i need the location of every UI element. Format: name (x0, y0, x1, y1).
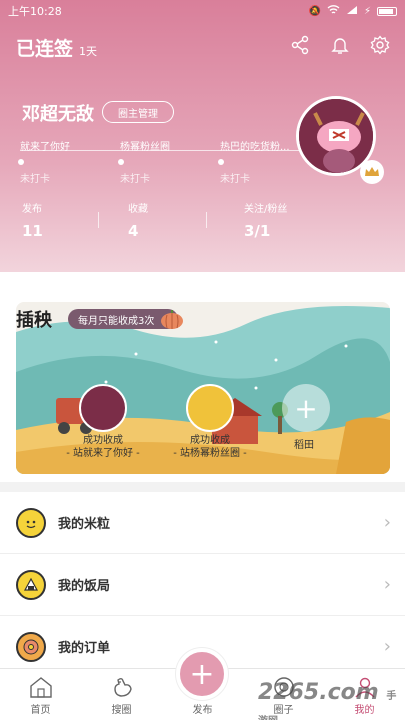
plus-icon: + (189, 656, 215, 692)
header-actions (289, 34, 391, 56)
checkin-state: 未打卡 (120, 174, 150, 185)
bell-icon[interactable] (329, 34, 351, 56)
timeline-dot (118, 159, 124, 165)
member-avatar (186, 384, 234, 432)
signal-icon (346, 5, 358, 18)
rice-ball-icon (16, 569, 46, 600)
circle-checkin-list: 就来了你好 未打卡 杨幂粉丝圈 未打卡 热巴的吃货粉... 未打卡 (18, 138, 320, 185)
stat-value: 3/1 (244, 222, 271, 240)
checkin-streak: 已连签 1天 (16, 34, 97, 61)
watermark: 2265.com 手游网 (258, 680, 405, 720)
stat-favorites[interactable]: 收藏 4 (110, 200, 220, 240)
donut-icon (16, 631, 46, 662)
crown-icon (360, 160, 384, 184)
stat-label: 关注/粉丝 (244, 204, 288, 215)
harvest-member[interactable]: 成功收成 - 站杨幂粉丝圈 - (158, 384, 262, 460)
harvest-title: 插秧 (16, 310, 52, 331)
menu-item-dinner[interactable]: 我的饭局 › (0, 554, 405, 616)
stat-follow-fans[interactable]: 关注/粉丝 3/1 (220, 200, 330, 240)
plus-icon: + (294, 391, 318, 425)
harvest-limit-text: 每月只能收成3次 (78, 315, 155, 327)
tab-search[interactable]: 搜圈 (81, 669, 162, 720)
menu-item-rice[interactable]: 我的米粒 › (0, 492, 405, 554)
status-bar: 上午10:28 🔕 ⚡ (0, 0, 405, 22)
harvest-section: 插秧 每月只能收成3次 成功收成 - 站就来了你好 - 成功收成 - 站杨幂粉丝… (0, 272, 405, 482)
status-icons: 🔕 ⚡ (308, 4, 397, 18)
profile-name: 邓超无敌 (22, 104, 94, 125)
stat-divider (206, 212, 207, 228)
tab-home[interactable]: 首页 (0, 669, 81, 720)
member-circle: - 站杨幂粉丝圈 - (173, 448, 247, 459)
menu-label: 我的米粒 (58, 517, 111, 532)
circle-name: 就来了你好 (20, 142, 70, 153)
chevron-right-icon: › (383, 512, 391, 533)
streak-title: 已连签 (16, 38, 74, 60)
stat-divider (98, 212, 99, 228)
harvest-member[interactable]: 成功收成 - 站就来了你好 - (58, 384, 148, 460)
pumpkin-icon (160, 308, 184, 334)
member-circle: - 站就来了你好 - (66, 448, 140, 459)
chevron-right-icon: › (383, 574, 391, 595)
profile-stats: 发布 11 收藏 4 关注/粉丝 3/1 (0, 200, 405, 240)
share-icon[interactable] (289, 34, 311, 56)
chevron-right-icon: › (383, 636, 391, 657)
rice-icon (16, 507, 46, 538)
stat-value: 11 (22, 222, 43, 240)
circle-name: 杨幂粉丝圈 (120, 142, 170, 153)
checkin-state: 未打卡 (220, 174, 250, 185)
stat-posts[interactable]: 发布 11 (0, 200, 110, 240)
checkin-state: 未打卡 (20, 174, 50, 185)
status-time: 上午10:28 (8, 5, 62, 18)
rooster-icon (109, 675, 135, 699)
stat-label: 发布 (22, 204, 42, 215)
circle-checkin-item[interactable]: 就来了你好 未打卡 (18, 138, 120, 185)
gear-icon[interactable] (369, 34, 391, 56)
circle-manage-button[interactable]: 圈主管理 (102, 101, 174, 123)
charging-icon: ⚡ (363, 5, 371, 17)
add-field-button[interactable]: + (282, 384, 330, 432)
wifi-icon (327, 4, 340, 18)
tab-label: 发布 (192, 705, 213, 716)
watermark-text: 2265.com (258, 680, 379, 705)
tab-label: 搜圈 (111, 705, 132, 716)
add-field-label: 稻田 (294, 440, 314, 451)
menu-label: 我的订单 (58, 641, 111, 656)
timeline-dot (18, 159, 24, 165)
barn-icon (28, 675, 54, 699)
member-status: 成功收成 (83, 435, 123, 446)
member-status: 成功收成 (190, 435, 230, 446)
mute-icon: 🔕 (308, 5, 321, 17)
timeline-dot (218, 159, 224, 165)
publish-button[interactable]: + (176, 648, 228, 700)
battery-icon (377, 6, 397, 16)
streak-days: 1天 (79, 45, 98, 58)
tab-label: 首页 (30, 705, 51, 716)
circle-checkin-item[interactable]: 杨幂粉丝圈 未打卡 (118, 138, 220, 185)
member-avatar (79, 384, 127, 432)
menu-label: 我的饭局 (58, 579, 111, 594)
